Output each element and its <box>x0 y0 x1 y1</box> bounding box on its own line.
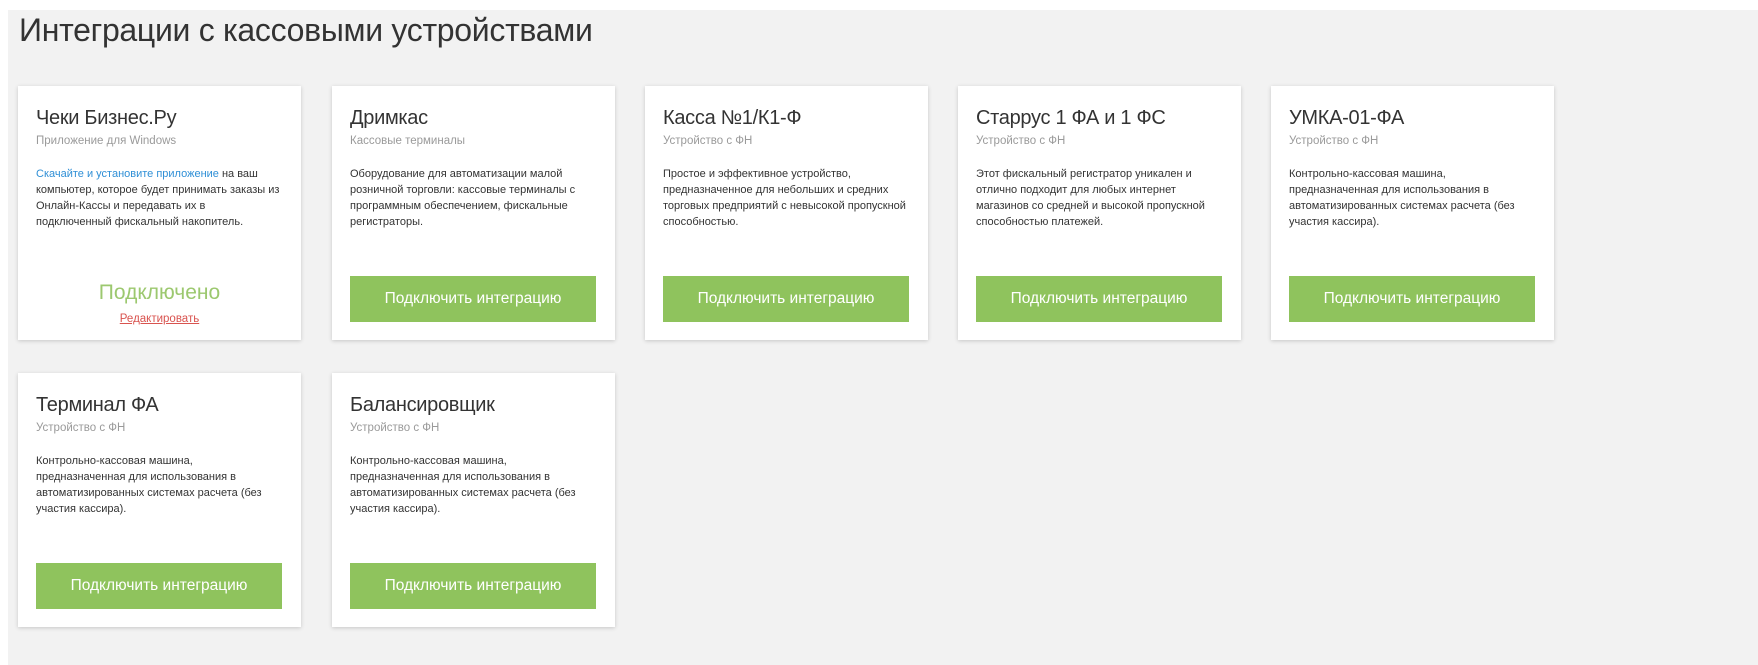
card-subtitle: Устройство с ФН <box>1289 135 1379 147</box>
integration-card-dreamkas: Дримкас Кассовые терминалы Оборудование … <box>332 86 615 340</box>
card-title: Старрус 1 ФА и 1 ФС <box>976 107 1166 129</box>
download-app-link[interactable]: Скачайте и установите приложение <box>36 168 219 180</box>
connect-integration-button[interactable]: Подключить интеграцию <box>1289 276 1535 322</box>
page-title: Интеграции с кассовыми устройствами <box>19 12 593 48</box>
card-description: Контрольно-кассовая машина, предназначен… <box>1289 168 1515 228</box>
card-title: Дримкас <box>350 107 428 129</box>
card-subtitle: Кассовые терминалы <box>350 135 466 147</box>
card-description: Этот фискальный регистратор уникален и о… <box>976 168 1205 228</box>
card-title: Балансировщик <box>350 394 495 416</box>
edit-link[interactable]: Редактировать <box>18 313 301 325</box>
card-title: Терминал ФА <box>36 394 159 416</box>
integration-card-balancer: Балансировщик Устройство с ФН Контрольно… <box>332 373 615 627</box>
card-description: Контрольно-кассовая машина, предназначен… <box>36 455 262 515</box>
card-description: Простое и эффективное устройство, предна… <box>663 168 906 228</box>
connect-integration-button[interactable]: Подключить интеграцию <box>36 563 282 609</box>
card-description: Оборудование для автоматизации малой роз… <box>350 168 576 228</box>
integration-card-starrus: Старрус 1 ФА и 1 ФС Устройство с ФН Этот… <box>958 86 1241 340</box>
card-subtitle: Устройство с ФН <box>663 135 753 147</box>
card-subtitle: Устройство с ФН <box>36 422 126 434</box>
integration-card-terminal-fa: Терминал ФА Устройство с ФН Контрольно-к… <box>18 373 301 627</box>
card-title: УМКА-01-ФА <box>1289 107 1405 129</box>
card-description: Скачайте и установите приложение на ваш … <box>36 166 283 246</box>
connected-status: Подключено <box>98 281 221 304</box>
connect-integration-button[interactable]: Подключить интеграцию <box>350 563 596 609</box>
integration-card-umka: УМКА-01-ФА Устройство с ФН Контрольно-ка… <box>1271 86 1554 340</box>
card-title: Касса №1/К1-Ф <box>663 107 802 129</box>
connect-integration-button[interactable]: Подключить интеграцию <box>663 276 909 322</box>
card-description: Контрольно-кассовая машина, предназначен… <box>350 455 576 515</box>
card-subtitle: Устройство с ФН <box>350 422 440 434</box>
connect-integration-button[interactable]: Подключить интеграцию <box>976 276 1222 322</box>
card-title: Чеки Бизнес.Ру <box>36 107 177 129</box>
integration-card-kassa-1: Касса №1/К1-Ф Устройство с ФН Простое и … <box>645 86 928 340</box>
card-subtitle: Приложение для Windows <box>36 135 177 147</box>
connect-integration-button[interactable]: Подключить интеграцию <box>350 276 596 322</box>
integration-card-biznes-ru: Чеки Бизнес.Ру Приложение для Windows Ск… <box>18 86 301 340</box>
card-subtitle: Устройство с ФН <box>976 135 1066 147</box>
